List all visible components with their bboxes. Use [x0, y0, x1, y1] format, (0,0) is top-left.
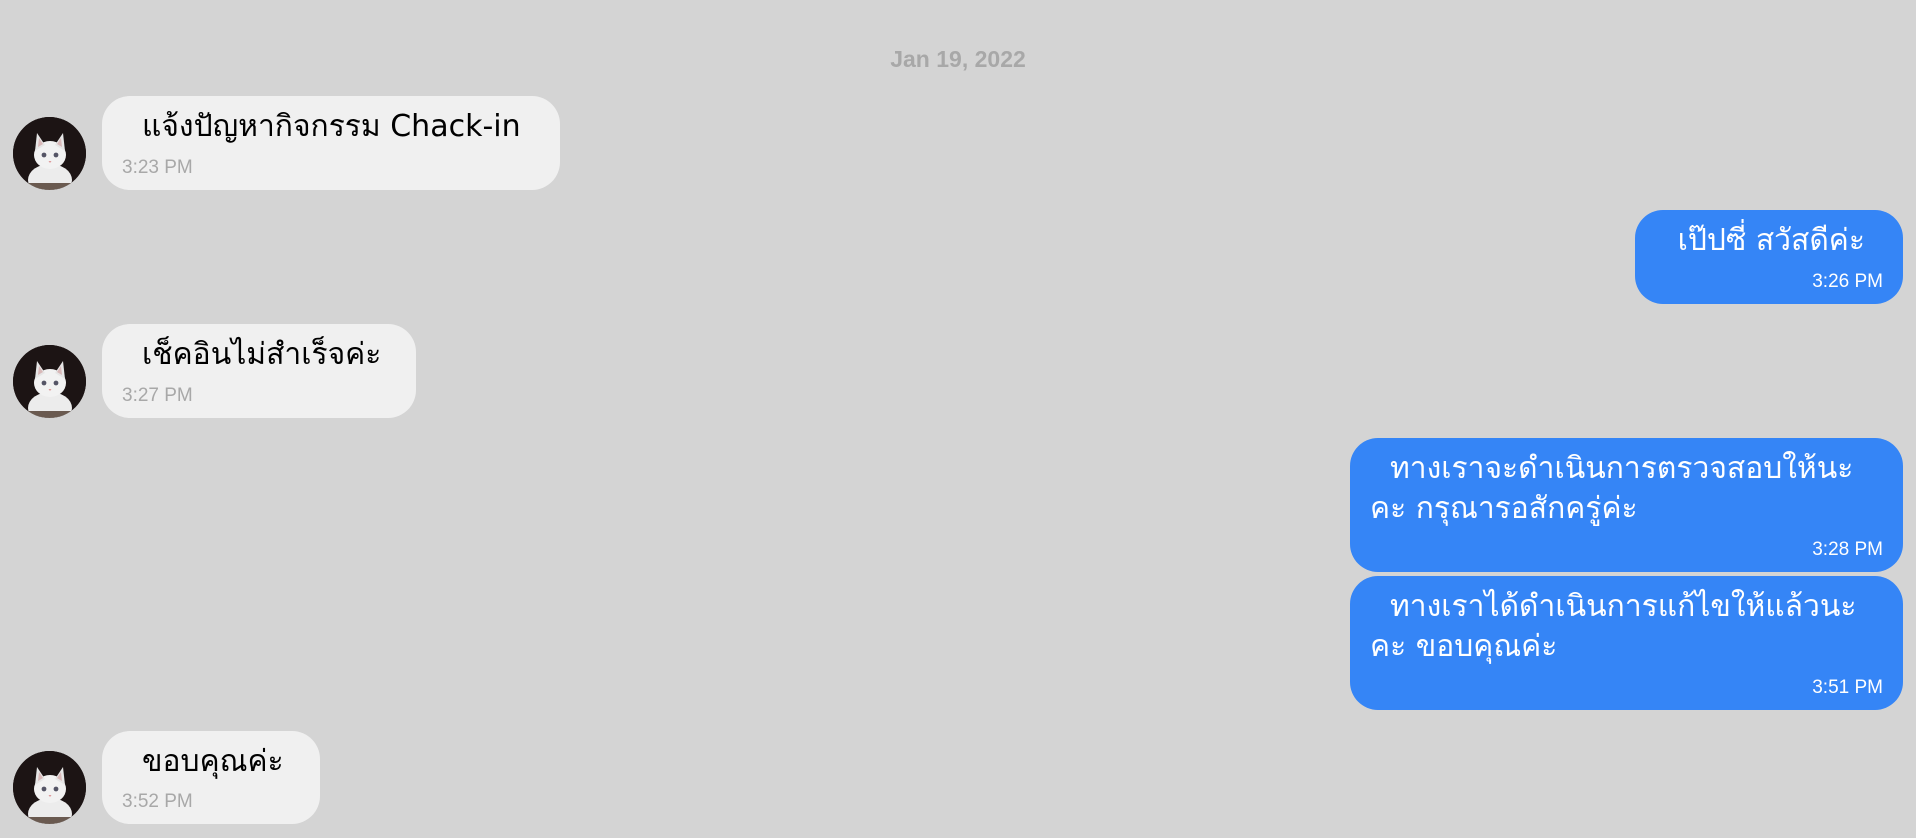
- message-text: เช็คอินไม่สำเร็จค่ะ: [142, 337, 382, 372]
- message-text: แจ้งปัญหากิจกรรม Chack-in: [142, 109, 521, 144]
- message-bubble-outgoing[interactable]: ทางเราจะดำเนินการตรวจสอบให้นะคะ กรุณารอส…: [1350, 438, 1903, 572]
- message-bubble-outgoing[interactable]: เป๊ปซี่ สวัสดีค่ะ 3:26 PM: [1635, 210, 1903, 304]
- contact-avatar[interactable]: [13, 117, 86, 190]
- message-timestamp: 3:28 PM: [1812, 539, 1883, 560]
- cat-avatar-icon: [13, 345, 86, 418]
- message-text: ขอบคุณค่ะ: [142, 744, 284, 779]
- message-timestamp: 3:51 PM: [1812, 677, 1883, 698]
- contact-avatar[interactable]: [13, 751, 86, 824]
- message-text: ทางเราจะดำเนินการตรวจสอบให้นะคะ กรุณารอส…: [1370, 451, 1854, 526]
- contact-avatar[interactable]: [13, 345, 86, 418]
- message-timestamp: 3:26 PM: [1812, 271, 1883, 292]
- message-timestamp: 3:52 PM: [122, 791, 193, 812]
- message-timestamp: 3:27 PM: [122, 385, 193, 406]
- date-divider: Jan 19, 2022: [890, 46, 1026, 72]
- message-text: เป๊ปซี่ สวัสดีค่ะ: [1677, 223, 1865, 258]
- message-bubble-incoming[interactable]: ขอบคุณค่ะ 3:52 PM: [102, 731, 320, 824]
- message-bubble-incoming[interactable]: เช็คอินไม่สำเร็จค่ะ 3:27 PM: [102, 324, 416, 418]
- cat-avatar-icon: [13, 117, 86, 190]
- message-text: ทางเราได้ดำเนินการแก้ไขให้แล้วนะคะ ขอบคุ…: [1370, 589, 1857, 664]
- message-bubble-outgoing[interactable]: ทางเราได้ดำเนินการแก้ไขให้แล้วนะคะ ขอบคุ…: [1350, 576, 1903, 710]
- cat-avatar-icon: [13, 751, 86, 824]
- message-bubble-incoming[interactable]: แจ้งปัญหากิจกรรม Chack-in 3:23 PM: [102, 96, 560, 190]
- message-timestamp: 3:23 PM: [122, 157, 193, 178]
